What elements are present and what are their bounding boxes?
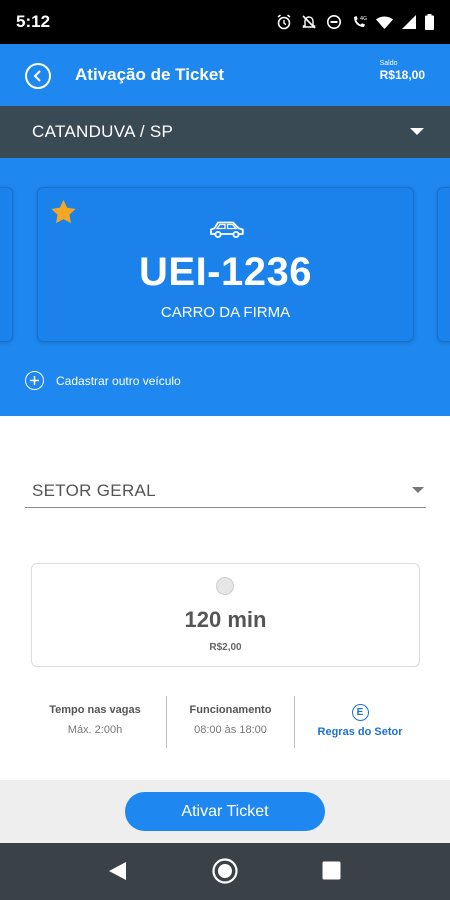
nav-recents-icon[interactable] [322, 861, 341, 880]
svg-text:4G: 4G [360, 16, 367, 22]
system-nav-bar [0, 843, 450, 900]
sector-info-row: Tempo nas vagas Máx. 2:00h Funcionamento… [0, 696, 450, 748]
add-vehicle-link[interactable]: Cadastrar outro veículo [25, 371, 181, 390]
rules-label: Regras do Setor [317, 726, 403, 738]
status-icons: 4G [276, 14, 434, 30]
vehicle-description: CARRO DA FIRMA [160, 304, 291, 321]
balance-label: Saldo [379, 60, 398, 67]
sector-select[interactable]: SETOR GERAL [25, 472, 426, 508]
do-not-disturb-icon [327, 15, 341, 29]
activate-ticket-button[interactable]: Ativar Ticket [125, 792, 325, 831]
signal-icon [402, 15, 416, 29]
page-title: Ativação de Ticket [75, 65, 224, 84]
status-bar: 5:12 4G [0, 0, 450, 44]
license-plate: UEI-1236 [139, 250, 312, 294]
notifications-off-icon [302, 15, 316, 29]
balance-display: Saldo R$18,00 [380, 60, 425, 82]
battery-icon [425, 14, 434, 30]
wifi-calling-icon: 4G [354, 16, 367, 27]
dropdown-caret-icon [412, 487, 424, 493]
city-label: CATANDUVA / SP [32, 122, 174, 141]
car-icon [210, 221, 244, 238]
vehicle-carousel[interactable]: UEI-1236 CARRO DA FIRMA Cadastrar outro … [0, 158, 450, 416]
plus-circle-icon [25, 371, 44, 390]
parking-time-value: Máx. 2:00h [67, 724, 123, 736]
back-button[interactable] [25, 63, 51, 89]
parking-time-title: Tempo nas vagas [49, 704, 141, 716]
back-icon [33, 70, 41, 82]
app-bar: Ativação de Ticket Saldo R$18,00 [0, 44, 450, 106]
vehicle-card-previous[interactable] [0, 187, 13, 342]
wifi-icon [376, 16, 393, 29]
city-selector[interactable]: CATANDUVA / SP [0, 106, 450, 158]
bottom-action-panel: Ativar Ticket [0, 780, 450, 843]
rules-e-icon: E [351, 704, 369, 721]
radio-button[interactable] [216, 577, 234, 595]
option-price: R$2,00 [209, 642, 242, 653]
add-vehicle-label: Cadastrar outro veículo [56, 373, 181, 388]
vehicle-card[interactable]: UEI-1236 CARRO DA FIRMA [37, 187, 414, 342]
star-icon[interactable] [50, 199, 77, 225]
vehicle-card-next[interactable] [437, 187, 450, 342]
nav-home-icon[interactable] [211, 857, 239, 885]
alarm-icon [277, 14, 291, 30]
balance-value: R$18,00 [379, 68, 425, 82]
hours-value: 08:00 às 18:00 [194, 724, 267, 736]
time-option-card[interactable]: 120 min R$2,00 [31, 563, 420, 667]
option-duration: 120 min [184, 607, 267, 632]
parking-time-info: Tempo nas vagas Máx. 2:00h [30, 696, 160, 748]
sector-label: SETOR GERAL [32, 481, 156, 500]
dropdown-caret-icon [410, 128, 424, 135]
sector-rules-link[interactable]: E Regras do Setor [295, 696, 425, 748]
hours-info: Funcionamento 08:00 às 18:00 [167, 696, 294, 748]
status-time: 5:12 [16, 12, 51, 31]
nav-back-icon[interactable] [108, 861, 127, 881]
hours-title: Funcionamento [189, 704, 272, 716]
